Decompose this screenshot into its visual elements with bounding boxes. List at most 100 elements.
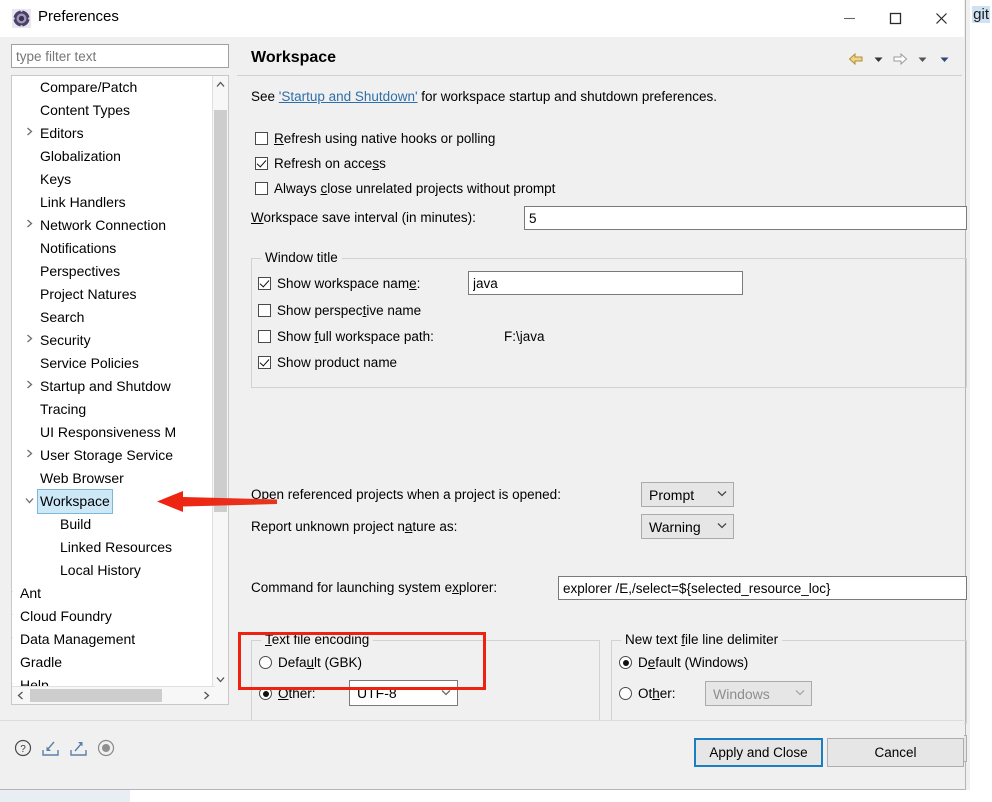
encoding-default-radio[interactable]	[259, 656, 272, 669]
delimiter-other-radio-row[interactable]: Other:	[619, 686, 676, 701]
chevron-right-icon[interactable]	[21, 329, 37, 352]
forward-menu-chevron-down-icon[interactable]	[912, 49, 932, 69]
sidebar-item-label: Content Types	[40, 102, 131, 118]
record-circle-icon[interactable]	[97, 739, 115, 760]
sidebar-item-startup-and-shutdow[interactable]: Startup and Shutdow	[12, 375, 215, 398]
sidebar-item-keys[interactable]: Keys	[12, 168, 215, 191]
sidebar-item-globalization[interactable]: Globalization	[12, 145, 215, 168]
show-product-name-checkbox[interactable]	[258, 356, 271, 369]
back-menu-chevron-down-icon[interactable]	[868, 49, 888, 69]
page-title: Workspace	[251, 49, 337, 66]
chevron-right-icon[interactable]	[12, 605, 17, 628]
sidebar-item-cloud-foundry[interactable]: Cloud Foundry	[12, 605, 215, 628]
sidebar-item-link-handlers[interactable]: Link Handlers	[12, 191, 215, 214]
save-interval-input[interactable]	[524, 206, 967, 230]
open-referenced-dropdown[interactable]: Prompt	[641, 482, 734, 507]
sidebar-item-project-natures[interactable]: Project Natures	[12, 283, 215, 306]
view-menu-chevron-down-icon[interactable]	[934, 49, 954, 69]
show-perspective-name-checkbox[interactable]	[258, 304, 271, 317]
sidebar-item-label: Data Management	[20, 631, 136, 647]
chevron-right-icon[interactable]	[21, 122, 37, 145]
workspace-name-input[interactable]	[468, 271, 743, 295]
help-question-icon[interactable]: ?	[14, 739, 32, 760]
chevron-right-icon[interactable]	[21, 444, 37, 467]
show-perspective-name-row[interactable]: Show perspective name	[258, 303, 421, 318]
chevron-right-icon[interactable]	[21, 375, 37, 398]
tree-horizontal-scrollbar[interactable]	[12, 686, 215, 704]
sidebar-item-workspace[interactable]: Workspace	[12, 489, 215, 514]
sidebar-item-ant[interactable]: Ant	[12, 582, 215, 605]
explorer-command-input[interactable]	[558, 576, 967, 600]
preferences-tree[interactable]: Compare/Patch Content Types Editors Globali…	[11, 75, 229, 705]
back-arrow-icon[interactable]	[846, 49, 866, 69]
sidebar-item-content-types[interactable]: Content Types	[12, 99, 215, 122]
sidebar-item-editors[interactable]: Editors	[12, 122, 215, 145]
chevron-down-icon[interactable]	[213, 671, 228, 687]
sidebar-item-security[interactable]: Security	[12, 329, 215, 352]
delimiter-default-radio-row[interactable]: Default (Windows)	[619, 655, 748, 670]
refresh-native-hooks-checkbox-row[interactable]: Refresh using native hooks or polling	[255, 131, 495, 146]
minimize-icon[interactable]	[826, 0, 872, 37]
apply-and-close-button[interactable]: Apply and Close	[694, 738, 823, 767]
encoding-other-dropdown[interactable]: UTF-8	[349, 680, 458, 706]
sidebar-item-linked-resources[interactable]: Linked Resources	[12, 536, 215, 559]
encoding-default-radio-row[interactable]: Default (GBK)	[259, 655, 362, 670]
sidebar-item-data-management[interactable]: Data Management	[12, 628, 215, 651]
sidebar-item-local-history[interactable]: Local History	[12, 559, 215, 582]
encoding-other-radio-row[interactable]: Other:	[259, 686, 316, 701]
line-delimiter-group-label: New text file line delimiter	[621, 632, 783, 647]
refresh-on-access-checkbox-row[interactable]: Refresh on access	[255, 156, 386, 171]
cancel-button[interactable]: Cancel	[827, 738, 964, 767]
sidebar-item-ui-responsiveness-m[interactable]: UI Responsiveness M	[12, 421, 215, 444]
label-pre: Show	[277, 329, 315, 344]
sidebar-item-service-policies[interactable]: Service Policies	[12, 352, 215, 375]
hint-prefix: See	[251, 89, 279, 104]
chevron-down-icon	[711, 521, 733, 532]
sidebar-item-build[interactable]: Build	[12, 513, 215, 536]
tree-hscroll-thumb[interactable]	[30, 689, 162, 702]
close-unrelated-projects-checkbox[interactable]	[255, 182, 268, 195]
sidebar-item-web-browser[interactable]: Web Browser	[12, 467, 215, 490]
sidebar-item-compare-patch[interactable]: Compare/Patch	[12, 76, 215, 99]
chevron-right-icon[interactable]	[21, 214, 37, 237]
chevron-right-icon[interactable]	[12, 582, 17, 605]
tree-scroll-area[interactable]: Compare/Patch Content Types Editors Globali…	[12, 76, 215, 687]
import-preferences-icon[interactable]	[41, 739, 60, 760]
sidebar-item-label: Link Handlers	[40, 194, 126, 210]
sidebar-item-network-connection[interactable]: Network Connection	[12, 214, 215, 237]
chevron-down-icon[interactable]	[21, 490, 37, 513]
checkbox-label-post: s	[379, 156, 386, 171]
show-full-workspace-path-row[interactable]: Show full workspace path:	[258, 329, 434, 344]
preferences-dialog: Preferences Compare/Patch Content Types Ed…	[0, 0, 967, 790]
delimiter-default-radio[interactable]	[619, 656, 632, 669]
sidebar-item-gradle[interactable]: Gradle	[12, 651, 215, 674]
refresh-on-access-checkbox[interactable]	[255, 157, 268, 170]
startup-shutdown-hint: See 'Startup and Shutdown' for workspace…	[251, 89, 717, 104]
show-workspace-name-row[interactable]: Show workspace name:	[258, 276, 420, 291]
tree-vscroll-thumb[interactable]	[214, 110, 227, 512]
refresh-native-hooks-checkbox[interactable]	[255, 132, 268, 145]
search-input[interactable]	[11, 44, 229, 68]
close-unrelated-projects-checkbox-row[interactable]: Always close unrelated projects without …	[255, 181, 555, 196]
sidebar-item-notifications[interactable]: Notifications	[12, 237, 215, 260]
ide-background-right	[970, 0, 992, 802]
forward-arrow-icon[interactable]	[890, 49, 910, 69]
chevron-up-icon[interactable]	[213, 76, 228, 92]
delimiter-other-radio[interactable]	[619, 687, 632, 700]
export-preferences-icon[interactable]	[69, 739, 88, 760]
show-workspace-name-checkbox[interactable]	[258, 277, 271, 290]
show-full-workspace-path-checkbox[interactable]	[258, 330, 271, 343]
sidebar-item-search[interactable]: Search	[12, 306, 215, 329]
sidebar-item-perspectives[interactable]: Perspectives	[12, 260, 215, 283]
startup-and-shutdown-link[interactable]: 'Startup and Shutdown'	[279, 89, 418, 104]
close-icon[interactable]	[918, 0, 964, 37]
sidebar-item-user-storage-service[interactable]: User Storage Service	[12, 444, 215, 467]
maximize-icon[interactable]	[872, 0, 918, 37]
report-unknown-nature-dropdown[interactable]: Warning	[641, 514, 734, 539]
chevron-left-icon[interactable]	[12, 687, 29, 704]
encoding-other-radio[interactable]	[259, 687, 272, 700]
tree-vertical-scrollbar[interactable]	[212, 76, 228, 687]
chevron-right-icon[interactable]	[12, 628, 17, 651]
show-product-name-row[interactable]: Show product name	[258, 355, 397, 370]
sidebar-item-tracing[interactable]: Tracing	[12, 398, 215, 421]
